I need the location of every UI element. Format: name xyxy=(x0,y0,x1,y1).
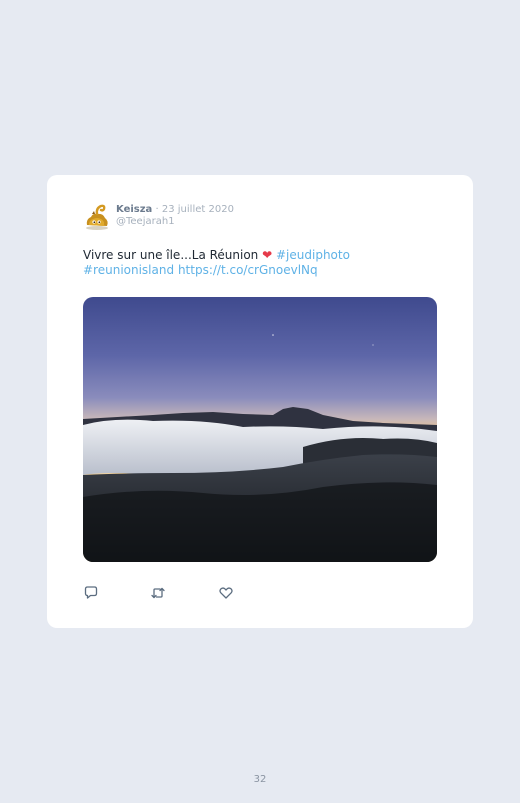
hashtag-jeudiphoto[interactable]: #jeudiphoto xyxy=(276,248,350,262)
tweet-card: Keisza · 23 juillet 2020 @Teejarah1 Vivr… xyxy=(47,175,473,628)
author-name[interactable]: Keisza xyxy=(116,204,152,215)
tweet-photo[interactable] xyxy=(83,297,437,562)
comment-icon[interactable] xyxy=(83,585,99,601)
tweet-text: Vivre sur une île...La Réunion ❤ #jeudip… xyxy=(83,248,443,278)
separator-dot: · xyxy=(155,204,159,215)
retweet-icon[interactable] xyxy=(150,585,166,601)
tweet-date[interactable]: 23 juillet 2020 xyxy=(162,204,234,215)
heart-emoji: ❤ xyxy=(262,248,273,262)
tweet-text-plain: Vivre sur une île...La Réunion xyxy=(83,248,263,262)
page-number: 32 xyxy=(253,774,267,785)
avatar[interactable] xyxy=(83,201,113,231)
hashtag-reunionisland[interactable]: #reunionisland xyxy=(83,263,174,277)
author-handle[interactable]: @Teejarah1 xyxy=(116,216,234,228)
tweet-link[interactable]: https://t.co/crGnoevlNq xyxy=(178,263,318,277)
heart-icon[interactable] xyxy=(218,585,234,601)
tweet-header: Keisza · 23 juillet 2020 @Teejarah1 xyxy=(116,204,234,228)
tweet-actions xyxy=(83,585,253,601)
